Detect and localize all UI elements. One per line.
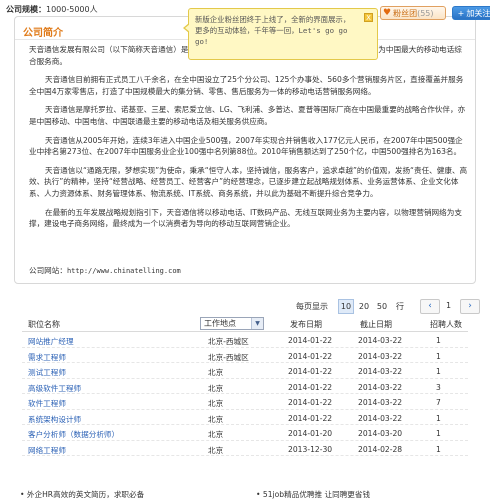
footer-link-resume[interactable]: • 外企HR高效的英文简历，求职必备 [20,489,144,500]
cell-position[interactable]: 客户分析师（数据分析师） [28,429,119,440]
cell-location: 北京 [208,368,224,377]
cell-position[interactable]: 测试工程师 [28,367,66,378]
cell-position[interactable]: 网络工程师 [28,445,66,456]
header-count: 招聘人数 [430,320,462,329]
prev-page-button[interactable]: ‹ [420,299,440,314]
cell-publish-date: 2014-01-22 [288,382,333,392]
cell-count: 1 [436,351,441,361]
cell-deadline: 2014-03-22 [358,367,403,376]
intro-text: 天音通信发展有限公司（以下简称天音通信）是…………………………………………………… [29,44,469,237]
company-scale: 公司规模：1000-5000人 [6,4,98,15]
jobs-table: 职位名称 工作地点 ▼ 发布日期 截止日期 招聘人数 网站推广经理 北京-西城区 2… [22,316,468,456]
cell-deadline: 2014-02-28 [358,444,403,454]
follow-label: 加关注 [466,8,490,18]
cell-publish-date: 2014-01-20 [288,429,333,438]
tooltip-line-2: 更多的互动体验，千年等一回，Let's go go [195,26,348,35]
cell-count: 1 [436,336,441,345]
current-page: 1 [446,301,452,310]
header-position: 职位名称 [28,320,60,329]
new-feature-tooltip: X 新版企业粉丝团终于上线了，全新的界面展示， 更多的互动体验，千年等一回，Le… [183,8,378,60]
cell-location: 北京 [208,399,224,408]
table-row: 网络工程师 北京 2013-12-30 2014-02-28 1 [22,441,468,456]
table-body: 网站推广经理 北京-西城区 2014-01-22 2014-03-22 1 需求工程师 北京… [22,332,468,456]
table-row: 高级软件工程师 北京 2014-01-22 2014-03-22 3 [22,379,468,394]
cell-position[interactable]: 软件工程师 [28,398,66,409]
fans-count: (55) [417,8,434,18]
cell-deadline: 2014-03-22 [358,351,403,361]
cell-count: 3 [436,382,441,392]
cell-publish-date: 2014-01-22 [288,336,333,345]
cell-publish-date: 2014-01-22 [288,398,333,407]
tooltip-line-1: 新版企业粉丝团终于上线了，全新的界面展示， [195,15,351,24]
intro-paragraph-6: 在最新的五年发展战略规划指引下，天音通信将以移动电话、IT数码产品、无线互联网业… [29,207,462,229]
company-scale-label: 公司规模： [6,5,46,14]
cell-deadline: 2014-03-20 [358,429,403,438]
cell-count: 7 [436,398,441,407]
card-title: 公司简介 [23,28,63,39]
per-page-50[interactable]: 50 [374,299,390,314]
location-select[interactable]: 工作地点 ▼ [200,317,264,330]
intro-paragraph-4: 天音通信从2005年开始，连续3年进入中国企业500强，2007年实现合并销售收… [29,135,463,157]
cell-publish-date: 2014-01-22 [288,367,333,376]
intro-paragraph-3: 天音通信是摩托罗拉、诺基亚、三星、索尼爱立信、LG、飞利浦、多普达、夏普等国际厂… [29,105,466,126]
intro-paragraph-2: 天音通信目前拥有正式员工八千余名，在全中国设立了25个分公司、125个办事处、5… [29,75,464,96]
table-row: 网站推广经理 北京-西城区 2014-01-22 2014-03-22 1 [22,332,468,348]
cell-position[interactable]: 网站推广经理 [28,336,74,347]
cell-deadline: 2014-03-22 [358,413,403,423]
pagination-bar: 每页显示 10 20 50 行 ‹ 1 › [0,299,490,315]
table-row: 系统架构设计师 北京 2014-01-22 2014-03-22 1 [22,410,468,425]
company-website: 公司网站：http://www.chinatelling.com [29,265,181,276]
cell-location: 北京-西城区 [208,352,249,362]
follow-button[interactable]: + 加关注 [452,6,490,20]
heart-icon: ♥ [383,8,392,18]
cell-count: 1 [436,413,441,423]
cell-deadline: 2014-03-22 [358,398,403,407]
cell-publish-date: 2014-01-22 [288,413,333,423]
cell-deadline: 2014-03-22 [358,336,403,345]
cell-position[interactable]: 需求工程师 [28,352,66,363]
header-publish-date: 发布日期 [290,320,322,329]
cell-count: 1 [436,444,441,454]
fans-club-label: 粉丝团 [393,8,418,18]
cell-count: 1 [436,367,441,376]
website-label: 公司网站： [29,266,67,275]
plus-icon: + [457,8,465,18]
chevron-down-icon: ▼ [251,318,263,329]
table-row: 软件工程师 北京 2014-01-22 2014-03-22 7 [22,394,468,410]
table-row: 测试工程师 北京 2014-01-22 2014-03-22 1 [22,363,468,379]
cell-publish-date: 2013-12-30 [288,444,333,454]
cell-count: 1 [436,429,441,438]
rows-unit: 行 [396,302,404,311]
company-scale-value: 1000-5000人 [46,5,98,14]
table-row: 需求工程师 北京-西城区 2014-01-22 2014-03-22 1 [22,348,468,363]
cell-publish-date: 2014-01-22 [288,351,333,361]
close-icon[interactable]: X [364,13,373,22]
intro-paragraph-5: 天音通信以“通路无限，梦想实现”为使命，秉承“恒守人本，坚持诚信，服务客户，追求… [29,165,468,198]
tooltip-line-3: go! [195,37,209,46]
cell-location: 北京-西城区 [208,337,249,346]
per-page-label: 每页显示 [296,302,328,311]
next-page-button[interactable]: › [460,299,480,314]
table-row: 客户分析师（数据分析师） 北京 2014-01-20 2014-03-20 1 [22,425,468,441]
fans-club-button[interactable]: ♥ 粉丝团 (55) [380,6,446,20]
cell-position[interactable]: 高级软件工程师 [28,383,81,394]
website-link[interactable]: http://www.chinatelling.com [67,267,181,275]
header-deadline: 截止日期 [360,320,392,329]
per-page-20[interactable]: 20 [356,299,372,314]
cell-location: 北京 [208,445,224,455]
cell-position[interactable]: 系统架构设计师 [28,414,81,425]
cell-location: 北京 [208,383,224,393]
cell-location: 北京 [208,430,224,439]
cell-location: 北京 [208,414,224,424]
table-header: 职位名称 工作地点 ▼ 发布日期 截止日期 招聘人数 [22,316,468,332]
cell-deadline: 2014-03-22 [358,382,403,392]
per-page-10[interactable]: 10 [338,299,354,314]
footer-link-51job[interactable]: • 51job精品优聘推 让同聘更省钱 [256,489,370,500]
